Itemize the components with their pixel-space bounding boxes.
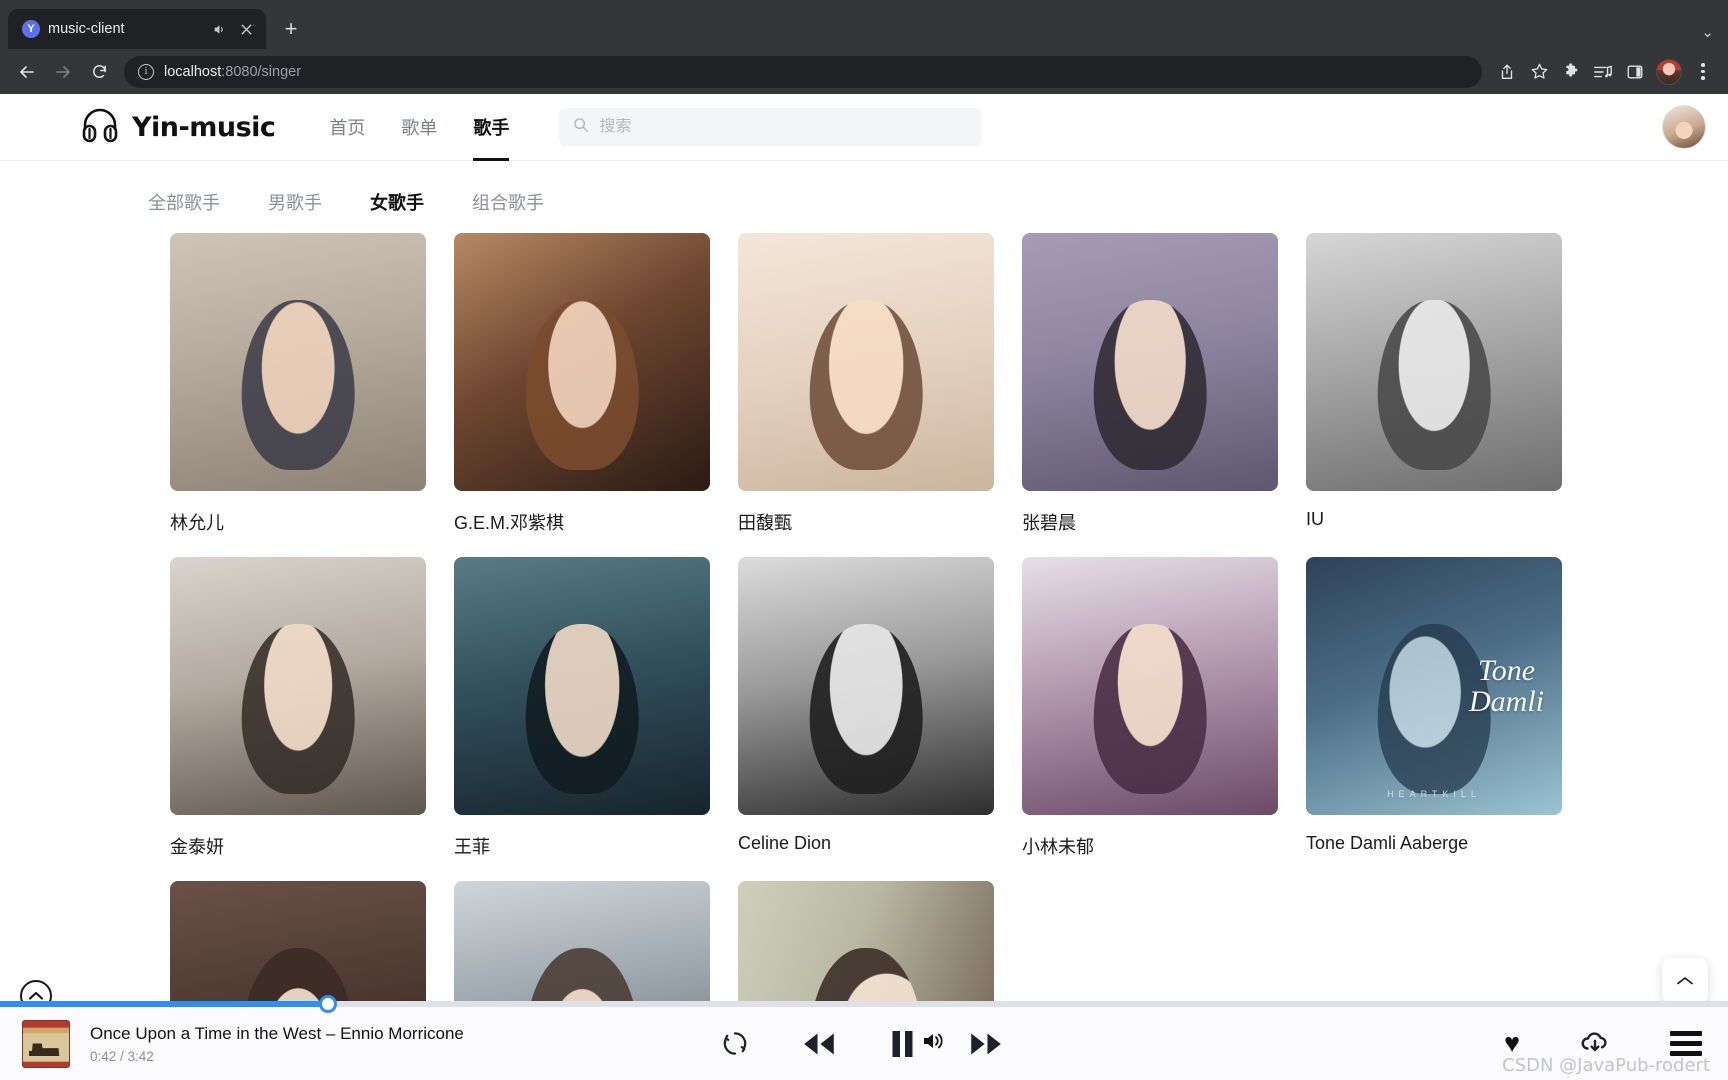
extensions-puzzle-icon[interactable] bbox=[1556, 57, 1586, 87]
tone-line-2: Damli bbox=[1469, 685, 1544, 718]
watermark: CSDN @JavaPub-rodert bbox=[1502, 1055, 1710, 1076]
back-arrow-icon[interactable] bbox=[10, 55, 44, 89]
singer-card[interactable]: Celine Dion bbox=[738, 557, 994, 859]
progress-track[interactable] bbox=[0, 1001, 1728, 1007]
singer-photo[interactable] bbox=[454, 233, 710, 491]
singer-card[interactable]: 小林未郁 bbox=[1022, 557, 1278, 859]
heart-icon[interactable]: ♥ bbox=[1504, 1030, 1520, 1057]
singer-card[interactable]: 金泰妍 bbox=[170, 557, 426, 859]
singer-photo[interactable] bbox=[170, 557, 426, 815]
progress-fill bbox=[0, 1001, 328, 1007]
page-viewport: Yin-music 首页 歌单 歌手 全部歌手 男歌手 女歌手 组合歌手 bbox=[0, 94, 1728, 1080]
media-playlist-icon[interactable] bbox=[1588, 57, 1618, 87]
user-avatar[interactable] bbox=[1662, 105, 1706, 149]
search-icon bbox=[573, 117, 589, 138]
singer-name: Celine Dion bbox=[738, 833, 994, 854]
new-tab-button[interactable]: + bbox=[274, 12, 308, 46]
nav-item-playlists[interactable]: 歌单 bbox=[383, 94, 455, 161]
kebab-menu-icon[interactable] bbox=[1688, 57, 1718, 87]
search-box[interactable] bbox=[559, 108, 981, 146]
album-art-subtitle: HEARTKILL bbox=[1306, 789, 1562, 799]
chevron-up-icon bbox=[1675, 974, 1695, 988]
singer-photo[interactable] bbox=[1306, 233, 1562, 491]
url-path: :8080/singer bbox=[221, 64, 301, 80]
nav-item-singers[interactable]: 歌手 bbox=[455, 94, 527, 161]
window-minimize-icon[interactable]: ⌄ bbox=[1701, 23, 1714, 41]
singer-photo[interactable] bbox=[454, 557, 710, 815]
singer-name: IU bbox=[1306, 509, 1562, 530]
singer-card[interactable]: Tone Damli HEARTKILL Tone Damli Aaberge bbox=[1306, 557, 1562, 859]
forward-arrow-icon[interactable] bbox=[46, 55, 80, 89]
singer-card[interactable]: 林允儿 bbox=[170, 233, 426, 535]
hamburger-menu-icon[interactable] bbox=[1670, 1031, 1702, 1056]
share-icon[interactable] bbox=[1492, 57, 1522, 87]
filter-all-singers[interactable]: 全部歌手 bbox=[148, 189, 246, 215]
singer-card[interactable]: IU bbox=[1306, 233, 1562, 535]
singer-card[interactable]: 王菲 bbox=[454, 557, 710, 859]
player-controls bbox=[721, 1027, 1008, 1061]
nav-item-home[interactable]: 首页 bbox=[311, 94, 383, 161]
address-bar-url: localhost:8080/singer bbox=[164, 64, 301, 80]
album-art-text: Tone Damli bbox=[1306, 557, 1562, 815]
player-bar: Once Upon a Time in the West – Ennio Mor… bbox=[0, 1006, 1728, 1080]
track-time: 0:42 / 3:42 bbox=[90, 1049, 464, 1064]
singer-filter-tabs: 全部歌手 男歌手 女歌手 组合歌手 bbox=[0, 161, 1728, 233]
back-to-top-button[interactable] bbox=[1662, 958, 1708, 1004]
repeat-button[interactable] bbox=[721, 1029, 750, 1058]
site-info-icon[interactable]: i bbox=[138, 64, 154, 80]
tab-audio-icon[interactable] bbox=[208, 19, 228, 39]
player-right-actions: ♥ bbox=[1504, 1030, 1702, 1058]
progress-knob[interactable] bbox=[319, 995, 337, 1013]
album-art-thumbnail bbox=[22, 1020, 70, 1068]
reload-icon[interactable] bbox=[82, 55, 116, 89]
volume-button[interactable] bbox=[920, 1029, 946, 1058]
filter-male-singers[interactable]: 男歌手 bbox=[268, 189, 348, 215]
track-meta: Once Upon a Time in the West – Ennio Mor… bbox=[90, 1024, 464, 1064]
track-title: Once Upon a Time in the West – Ennio Mor… bbox=[90, 1024, 464, 1044]
tone-line-1: Tone bbox=[1478, 654, 1535, 687]
pause-button[interactable] bbox=[888, 1027, 918, 1061]
singer-photo[interactable] bbox=[170, 233, 426, 491]
browser-window: Y music-client + ⌄ i localhost:8080/sing… bbox=[0, 0, 1728, 1080]
singer-photo[interactable] bbox=[1022, 557, 1278, 815]
tab-close-icon[interactable] bbox=[236, 19, 256, 39]
search-input[interactable] bbox=[599, 118, 967, 136]
address-bar[interactable]: i localhost:8080/singer bbox=[124, 56, 1482, 88]
singer-name: 王菲 bbox=[454, 833, 710, 859]
fast-forward-button[interactable] bbox=[966, 1028, 1008, 1060]
singer-name: G.E.M.邓紫棋 bbox=[454, 509, 710, 535]
app-nav: 首页 歌单 歌手 bbox=[311, 94, 527, 161]
singer-name: 田馥甄 bbox=[738, 509, 994, 535]
browser-tab-strip: Y music-client + ⌄ bbox=[0, 0, 1728, 49]
singer-card[interactable]: 田馥甄 bbox=[738, 233, 994, 535]
app-header: Yin-music 首页 歌单 歌手 bbox=[0, 94, 1728, 161]
singer-photo[interactable] bbox=[738, 557, 994, 815]
profile-avatar[interactable] bbox=[1656, 59, 1682, 85]
headphones-icon bbox=[80, 106, 120, 149]
singer-photo[interactable] bbox=[738, 233, 994, 491]
singer-name: 张碧晨 bbox=[1022, 509, 1278, 535]
tab-favicon: Y bbox=[22, 20, 40, 38]
singer-grid: 林允儿 G.E.M.邓紫棋 田馥甄 张碧晨 IU 金泰妍 bbox=[0, 233, 1728, 1080]
tab-title: music-client bbox=[48, 21, 200, 37]
singer-card[interactable]: 张碧晨 bbox=[1022, 233, 1278, 535]
url-host: localhost bbox=[164, 64, 221, 80]
side-panel-icon[interactable] bbox=[1620, 57, 1650, 87]
singer-photo[interactable] bbox=[1022, 233, 1278, 491]
filter-female-singers[interactable]: 女歌手 bbox=[370, 189, 450, 215]
brand-name: Yin-music bbox=[132, 112, 275, 143]
browser-toolbar: i localhost:8080/singer bbox=[0, 49, 1728, 94]
singer-card[interactable]: G.E.M.邓紫棋 bbox=[454, 233, 710, 535]
browser-tab[interactable]: Y music-client bbox=[8, 9, 266, 49]
singer-name: 小林未郁 bbox=[1022, 833, 1278, 859]
brand[interactable]: Yin-music bbox=[80, 106, 275, 149]
singer-name: Tone Damli Aaberge bbox=[1306, 833, 1562, 854]
cloud-download-icon[interactable] bbox=[1578, 1030, 1612, 1058]
singer-photo[interactable]: Tone Damli HEARTKILL bbox=[1306, 557, 1562, 815]
rewind-button[interactable] bbox=[798, 1028, 840, 1060]
bookmark-star-icon[interactable] bbox=[1524, 57, 1554, 87]
filter-group-singers[interactable]: 组合歌手 bbox=[472, 189, 570, 215]
singer-name: 金泰妍 bbox=[170, 833, 426, 859]
singer-name: 林允儿 bbox=[170, 509, 426, 535]
